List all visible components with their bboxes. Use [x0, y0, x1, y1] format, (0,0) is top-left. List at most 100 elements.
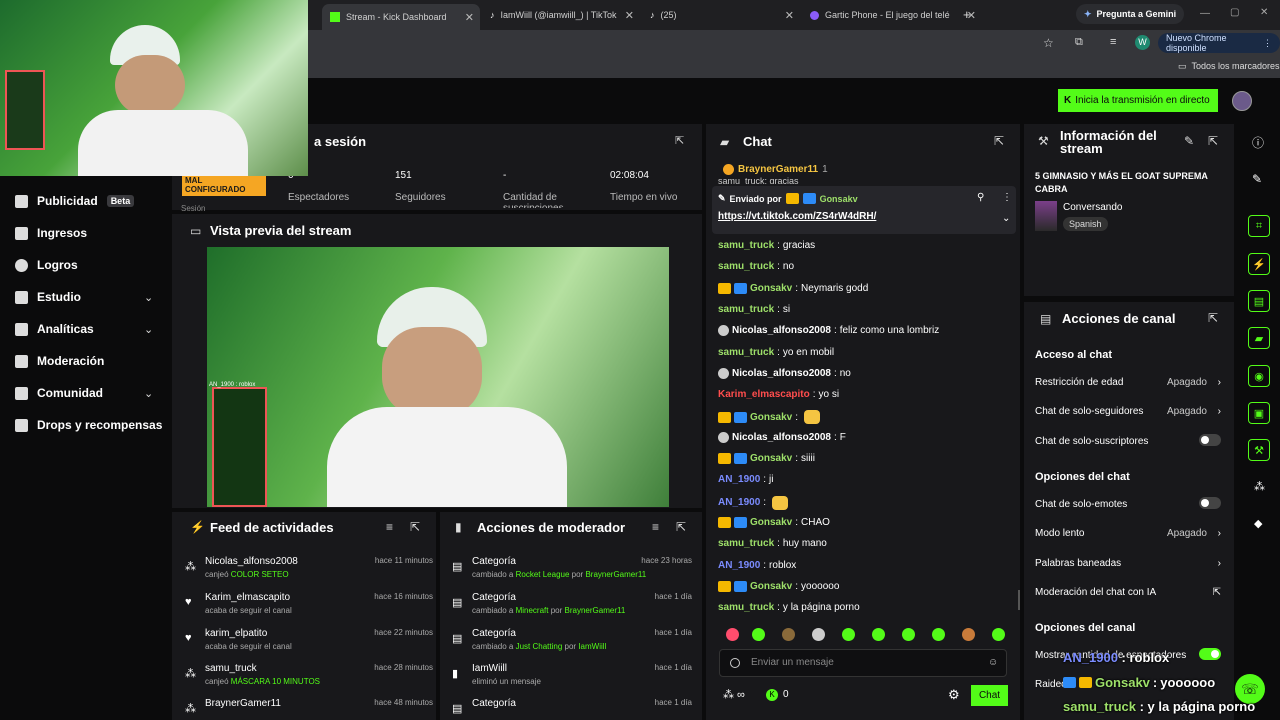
reading-list-icon[interactable]: ≡: [1110, 36, 1116, 48]
top-supporter-user[interactable]: BraynerGamer11: [738, 164, 818, 175]
emote-icon[interactable]: [902, 628, 915, 641]
chat-username[interactable]: Gonsakv: [750, 412, 792, 423]
gear-icon[interactable]: ⚙: [948, 687, 960, 703]
chevron-down-icon[interactable]: ⌄: [144, 323, 153, 336]
sidebar-item-ingresos[interactable]: Ingresos: [15, 226, 87, 240]
emote-icon[interactable]: [962, 628, 975, 641]
emote-icon[interactable]: [752, 628, 765, 641]
rail-wrench-icon[interactable]: ⚒: [1248, 439, 1270, 461]
category-name[interactable]: Conversando: [1063, 202, 1122, 213]
expand-icon[interactable]: ⇱: [410, 520, 420, 534]
feed-user[interactable]: karim_elpatito: [205, 628, 267, 639]
expand-icon[interactable]: ⇱: [1208, 134, 1218, 148]
sidebar-item-moderacion[interactable]: Moderación: [15, 354, 104, 368]
emote-icon[interactable]: [872, 628, 885, 641]
tab-gartic-phone[interactable]: Gartic Phone - El juego del telé ✕: [802, 4, 982, 26]
chevron-down-icon[interactable]: ⌄: [144, 387, 153, 400]
pinned-link[interactable]: https://vt.tiktok.com/ZS4rW4dRH/: [718, 211, 876, 222]
minimize-icon[interactable]: —: [1200, 8, 1210, 19]
close-tab-icon[interactable]: ✕: [625, 9, 634, 22]
chat-username[interactable]: Gonsakv: [750, 453, 792, 464]
rail-channel-icon[interactable]: ▣: [1248, 402, 1270, 424]
stream-preview-video[interactable]: AN_1900 : roblox: [207, 247, 669, 507]
close-tab-icon[interactable]: ✕: [785, 9, 794, 22]
emote-icon[interactable]: [726, 628, 739, 641]
new-tab-icon[interactable]: +: [963, 7, 971, 22]
emote-icon[interactable]: [992, 628, 1005, 641]
chat-scrollbar[interactable]: [1018, 590, 1020, 610]
pinned-by-user[interactable]: Gonsakv: [820, 194, 858, 204]
profile-avatar[interactable]: W: [1135, 35, 1150, 50]
user-avatar[interactable]: [1232, 91, 1252, 111]
setting-row[interactable]: Moderación del chat con IA ⇱: [1035, 587, 1225, 598]
setting-row[interactable]: Chat de solo-suscriptores: [1035, 433, 1225, 447]
rail-points-icon[interactable]: ⁂: [1254, 480, 1265, 493]
chat-username[interactable]: AN_1900: [718, 474, 760, 485]
setting-row[interactable]: Chat de solo-seguidores Apagado ›: [1035, 406, 1225, 417]
gemini-button[interactable]: ✦ Pregunta a Gemini: [1076, 4, 1185, 24]
chat-username[interactable]: samu_truck: [718, 602, 774, 613]
chat-username[interactable]: samu_truck: [718, 538, 774, 549]
tab-kick-dashboard[interactable]: Stream - Kick Dashboard ✕: [322, 4, 480, 30]
info-icon[interactable]: ⓘ: [1252, 134, 1264, 151]
mod-action-name[interactable]: IamWiill: [472, 663, 507, 674]
sidebar-item-logros[interactable]: Logros: [15, 258, 78, 272]
pinned-message[interactable]: ✎ Enviado por Gonsakv https://vt.tiktok.…: [712, 186, 1016, 234]
unpin-icon[interactable]: ⚲: [977, 192, 984, 203]
feed-user[interactable]: Karim_elmascapito: [205, 592, 290, 603]
feed-user[interactable]: BraynerGamer11: [205, 698, 281, 709]
chat-username[interactable]: Nicolas_alfonso2008: [732, 368, 831, 379]
filter-icon[interactable]: ≡: [386, 520, 393, 534]
mod-action-user[interactable]: IamWiill: [578, 642, 606, 651]
emote-icon[interactable]: [782, 628, 795, 641]
rail-chat-icon[interactable]: ▰: [1248, 327, 1270, 349]
close-tab-icon[interactable]: ✕: [465, 11, 474, 24]
more-menu-icon[interactable]: ⋮: [1002, 192, 1012, 203]
tab-tiktok-25[interactable]: ♪ (25) ✕: [642, 4, 800, 26]
chat-username[interactable]: Nicolas_alfonso2008: [732, 432, 831, 443]
star-icon[interactable]: ☆: [1043, 36, 1054, 50]
points-icon[interactable]: ⁂ ∞: [723, 688, 745, 701]
chat-username[interactable]: samu_truck: [718, 261, 774, 272]
chevron-down-icon[interactable]: ⌄: [1002, 213, 1010, 224]
rail-bolt-icon[interactable]: ⚡: [1248, 253, 1270, 275]
toggle-switch[interactable]: [1199, 496, 1221, 509]
emoji-icon[interactable]: ☺: [988, 657, 998, 668]
chat-username[interactable]: samu_truck: [718, 347, 774, 358]
extensions-icon[interactable]: ⧉: [1075, 36, 1083, 49]
expand-icon[interactable]: ⇱: [675, 134, 684, 147]
expand-icon[interactable]: ⇱: [994, 134, 1004, 148]
config-warning-badge[interactable]: MAL CONFIGURADO: [182, 174, 266, 196]
sidebar-item-comunidad[interactable]: Comunidad: [15, 386, 103, 400]
setting-row[interactable]: Modo lento Apagado ›: [1035, 528, 1225, 539]
chat-username[interactable]: samu_truck: [718, 304, 774, 315]
toggle-switch[interactable]: [1199, 648, 1221, 661]
setting-row[interactable]: Chat de solo-emotes: [1035, 496, 1225, 510]
emote-icon[interactable]: [932, 628, 945, 641]
rail-broadcast-icon[interactable]: ◉: [1248, 365, 1270, 387]
go-live-button[interactable]: K Inicia la transmisión en directo: [1058, 89, 1218, 112]
setting-row[interactable]: Palabras baneadas ›: [1035, 558, 1225, 569]
chat-username[interactable]: Karim_elmascapito: [718, 389, 810, 400]
chat-input[interactable]: Enviar un mensaje ☺: [719, 649, 1007, 677]
pencil-icon[interactable]: ✎: [1184, 134, 1194, 148]
tab-tiktok[interactable]: ♪ IamWiill (@iamwiill_) | TikTok ✕: [482, 4, 640, 26]
chat-username[interactable]: Gonsakv: [750, 517, 792, 528]
all-bookmarks-button[interactable]: ▭ Todos los marcadores: [1178, 61, 1280, 72]
chevron-down-icon[interactable]: ⌄: [144, 291, 153, 304]
toggle-switch[interactable]: [1199, 433, 1221, 446]
category-thumbnail[interactable]: [1035, 201, 1057, 231]
setting-row[interactable]: Restricción de edad Apagado ›: [1035, 377, 1225, 388]
sidebar-item-analiticas[interactable]: Analíticas: [15, 322, 94, 336]
feed-user[interactable]: Nicolas_alfonso2008: [205, 556, 298, 567]
chat-username[interactable]: samu_truck: [718, 240, 774, 251]
update-chrome-button[interactable]: Nuevo Chrome disponible ⋮: [1158, 33, 1280, 53]
chat-username[interactable]: AN_1900: [718, 497, 760, 508]
feed-user[interactable]: samu_truck: [205, 663, 257, 674]
expand-icon[interactable]: ⇱: [1208, 311, 1218, 325]
filter-icon[interactable]: ≡: [652, 520, 659, 534]
sidebar-item-drops[interactable]: Drops y recompensas: [15, 418, 162, 432]
chat-username[interactable]: Nicolas_alfonso2008: [732, 325, 831, 336]
expand-icon[interactable]: ⇱: [676, 520, 686, 534]
send-chat-button[interactable]: Chat: [971, 685, 1008, 706]
